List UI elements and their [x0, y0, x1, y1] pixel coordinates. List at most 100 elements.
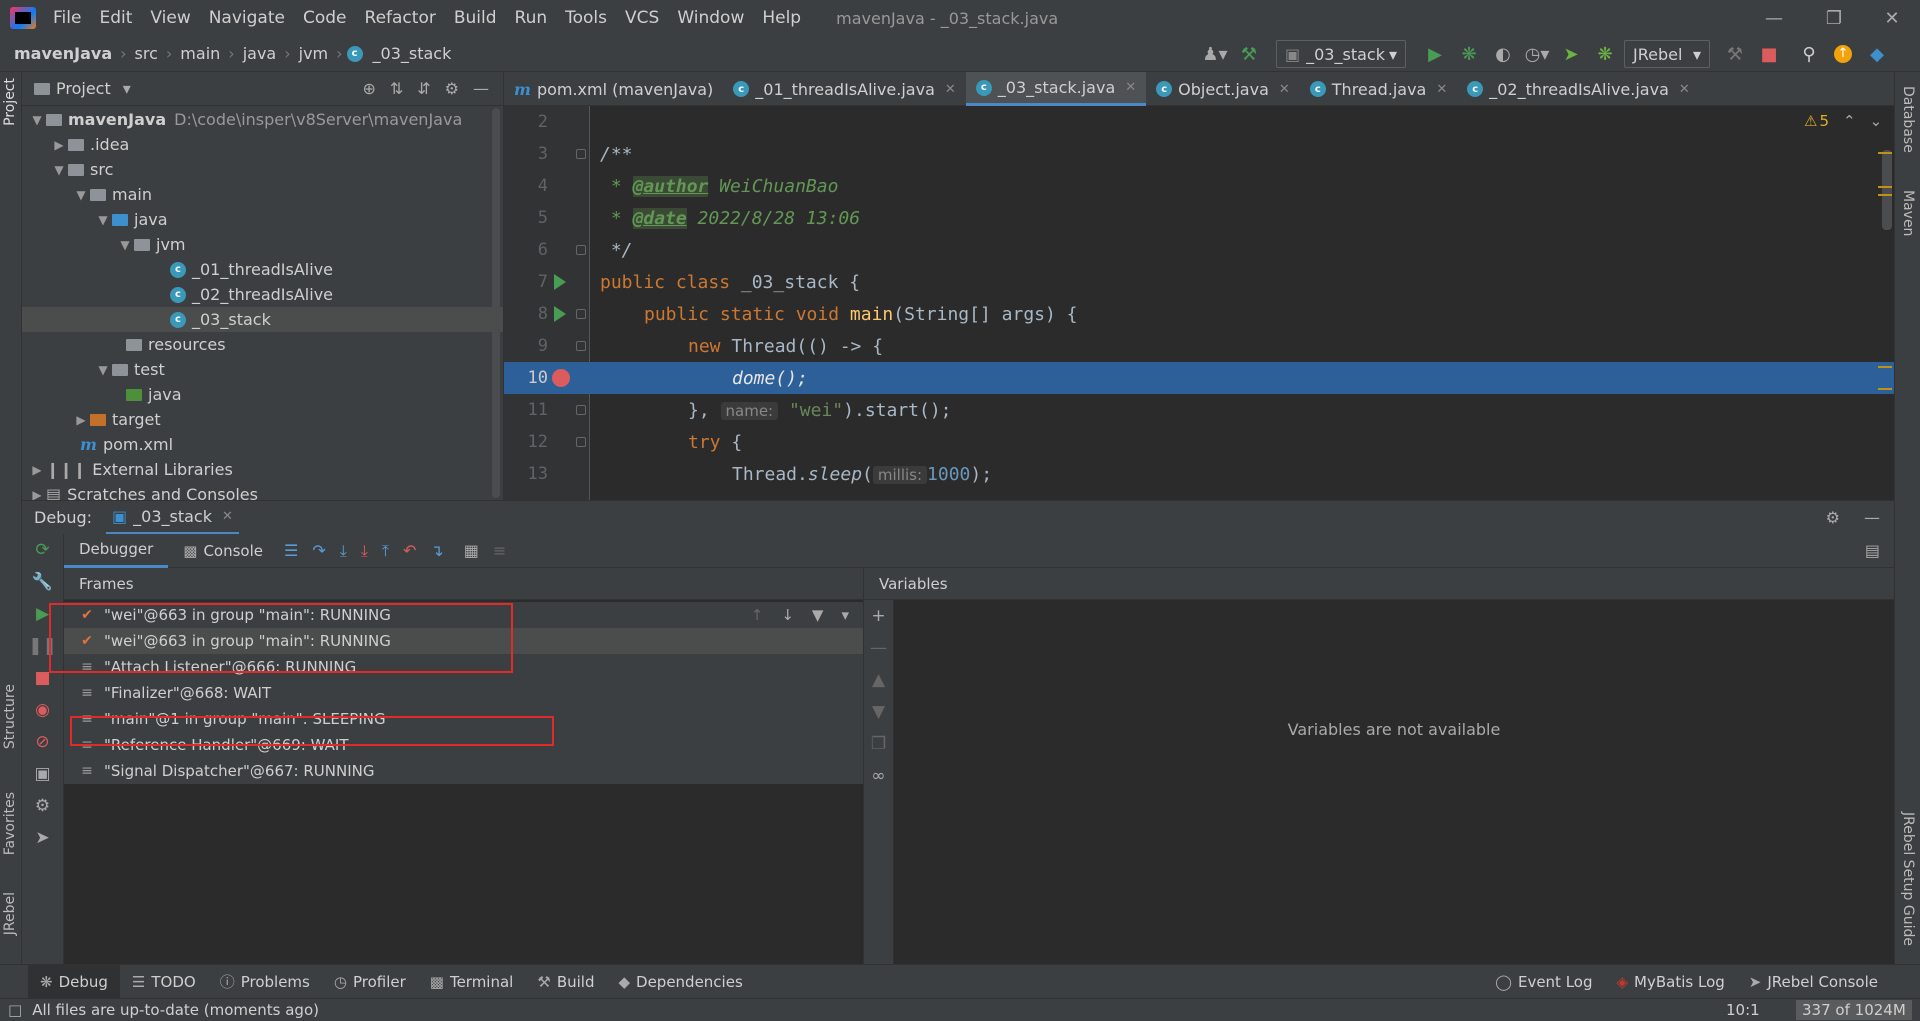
tree-item-src[interactable]: ▼ src — [22, 157, 503, 182]
search-icon[interactable]: ⚲ — [1794, 39, 1824, 69]
stop-icon[interactable]: ■ — [1754, 39, 1784, 69]
run-config-select[interactable]: ▣ _03_stack ▾ — [1276, 40, 1406, 68]
thread-row[interactable]: ≡ "Signal Dispatcher"@667: RUNNING — [64, 758, 863, 784]
view-breakpoints-icon[interactable]: ◉ — [35, 700, 50, 720]
tree-item-root[interactable]: ▼ mavenJava D:\code\insper\v8Server\mave… — [22, 107, 503, 132]
menu-vcs[interactable]: VCS — [616, 8, 668, 28]
step-over-icon[interactable]: ↷ — [312, 541, 325, 560]
restore-icon[interactable]: ❐ — [1806, 0, 1862, 36]
close-icon[interactable]: ✕ — [1864, 0, 1920, 36]
stripe-maven[interactable]: Maven — [1900, 190, 1916, 236]
close-tab-icon[interactable]: ✕ — [945, 82, 956, 97]
minimize-icon[interactable]: — — [1746, 0, 1802, 36]
tree-item-test-java[interactable]: java — [22, 382, 503, 407]
drop-frame-icon[interactable]: ↶ — [403, 541, 416, 560]
tab-pom[interactable]: m pom.xml (mavenJava) — [504, 72, 723, 106]
tool-mybatis-log[interactable]: ◈ MyBatis Log — [1605, 965, 1737, 999]
run-icon[interactable]: ▶ — [1420, 39, 1450, 69]
debug-session-tab[interactable]: ▣ _03_stack ✕ — [106, 501, 239, 535]
resume-icon[interactable]: ▶ — [36, 604, 49, 624]
menu-refactor[interactable]: Refactor — [356, 8, 445, 28]
warning-marker[interactable] — [1878, 366, 1892, 368]
menu-help[interactable]: Help — [753, 8, 810, 28]
tool-debug[interactable]: ❋ Debug — [28, 964, 120, 999]
toolbox-icon[interactable]: ◆ — [1862, 39, 1892, 69]
caret-position[interactable]: 10:1 — [1726, 1001, 1760, 1019]
memory-indicator[interactable]: 337 of 1024M — [1796, 1000, 1912, 1020]
step-into-icon[interactable]: ⤓ — [340, 541, 347, 561]
menu-build[interactable]: Build — [445, 8, 506, 28]
warning-marker[interactable] — [1878, 186, 1892, 188]
run-gutter-icon[interactable] — [554, 306, 566, 322]
tree-item-main[interactable]: ▼ main — [22, 182, 503, 207]
warning-marker[interactable] — [1878, 388, 1892, 390]
tree-item-03-stack[interactable]: c _03_stack — [22, 307, 503, 332]
glasses-icon[interactable]: ∞ — [871, 766, 885, 786]
menu-code[interactable]: Code — [294, 8, 356, 28]
arrow-up-icon[interactable]: ↑ — [751, 606, 764, 624]
editor-scrollbar[interactable] — [1882, 150, 1892, 230]
user-icon[interactable]: ♟▾ — [1200, 39, 1230, 69]
code-editor[interactable]: ⚠ 5 ⌃ ⌄ 2 3 /** 4 * @author WeiChuanBao … — [504, 106, 1894, 500]
close-icon[interactable]: ✕ — [222, 509, 233, 524]
step-out-icon[interactable]: ⤒ — [382, 541, 389, 561]
collapse-all-icon[interactable]: ⇵ — [417, 79, 430, 98]
menu-view[interactable]: View — [141, 8, 199, 28]
stripe-project[interactable]: Project — [2, 78, 18, 126]
tab-03-stack[interactable]: c _03_stack.java ✕ — [965, 72, 1147, 106]
tool-build[interactable]: ⚒ Build — [525, 965, 606, 999]
stripe-jrebel[interactable]: JRebel — [2, 892, 18, 935]
chevron-down-icon[interactable]: ▾ — [841, 606, 849, 624]
debug-bug-icon[interactable]: ❋ — [1454, 39, 1484, 69]
close-tab-icon[interactable]: ✕ — [1279, 82, 1290, 97]
fold-icon[interactable] — [576, 405, 586, 415]
stripe-jrebel-setup-guide[interactable]: JRebel Setup Guide — [1900, 812, 1916, 946]
breadcrumb-src[interactable]: src — [131, 44, 162, 63]
hide-icon[interactable]: — — [473, 79, 489, 98]
breakpoint-icon[interactable] — [552, 369, 570, 387]
tree-item-target[interactable]: ▶ target — [22, 407, 503, 432]
tree-item-test[interactable]: ▼ test — [22, 357, 503, 382]
tree-item-java[interactable]: ▼ java — [22, 207, 503, 232]
rerun-icon[interactable]: ⟳ — [35, 540, 49, 560]
filter-icon[interactable]: ▼ — [812, 606, 824, 624]
jrebel-select[interactable]: JRebel ▾ — [1624, 40, 1710, 68]
tab-01-threadisalive[interactable]: c _01_threadIsAlive.java ✕ — [723, 72, 966, 106]
tool-problems[interactable]: ⓘ Problems — [208, 965, 322, 999]
tool-event-log[interactable]: ◯ Event Log — [1483, 965, 1604, 999]
camera-icon[interactable]: ▣ — [34, 764, 50, 784]
project-scrollbar[interactable] — [492, 108, 500, 498]
wrench-icon[interactable]: 🔧 — [32, 572, 53, 592]
tab-02-threadisalive[interactable]: c _02_threadIsAlive.java ✕ — [1457, 72, 1700, 106]
run-gutter-icon[interactable] — [554, 274, 566, 290]
tool-profiler[interactable]: ◷ Profiler — [322, 965, 418, 999]
warning-marker[interactable] — [1878, 194, 1892, 196]
fold-icon[interactable] — [576, 245, 586, 255]
remove-watch-icon[interactable]: — — [870, 638, 887, 658]
coverage-icon[interactable]: ◐ — [1488, 39, 1518, 69]
fold-icon[interactable] — [576, 149, 586, 159]
tab-console[interactable]: ▩ Console — [168, 534, 278, 568]
build-hammer-icon[interactable]: ⚒ — [1234, 39, 1264, 69]
stripe-database[interactable]: Database — [1900, 86, 1916, 153]
tree-item-external-libraries[interactable]: ▶ ❙❙❙ External Libraries — [22, 457, 503, 482]
tab-debugger[interactable]: Debugger — [64, 534, 169, 568]
copy-icon[interactable]: ❐ — [871, 734, 886, 754]
locate-icon[interactable]: ⊕ — [362, 79, 375, 98]
arrow-down-icon[interactable]: ↓ — [781, 606, 794, 624]
fold-icon[interactable] — [576, 309, 586, 319]
tab-object[interactable]: c Object.java ✕ — [1146, 72, 1300, 106]
add-watch-icon[interactable]: + — [871, 606, 885, 626]
evaluate-icon[interactable]: ▦ — [464, 541, 479, 560]
breadcrumb-main[interactable]: main — [176, 44, 224, 63]
close-tab-icon[interactable]: ✕ — [1125, 80, 1136, 95]
settings-icon[interactable]: ⚙ — [35, 796, 50, 816]
jrebel-run-icon[interactable]: ➤ — [1556, 39, 1586, 69]
jrebel-debug-icon[interactable]: ❋ — [1590, 39, 1620, 69]
stripe-structure[interactable]: Structure — [2, 684, 18, 749]
tree-item-pom[interactable]: m pom.xml — [22, 432, 503, 457]
project-panel-title[interactable]: Project — [56, 79, 111, 98]
breadcrumb-java[interactable]: java — [239, 44, 281, 63]
hide-icon[interactable]: — — [1864, 508, 1894, 527]
tree-item-01-threadisalive[interactable]: c _01_threadIsAlive — [22, 257, 503, 282]
